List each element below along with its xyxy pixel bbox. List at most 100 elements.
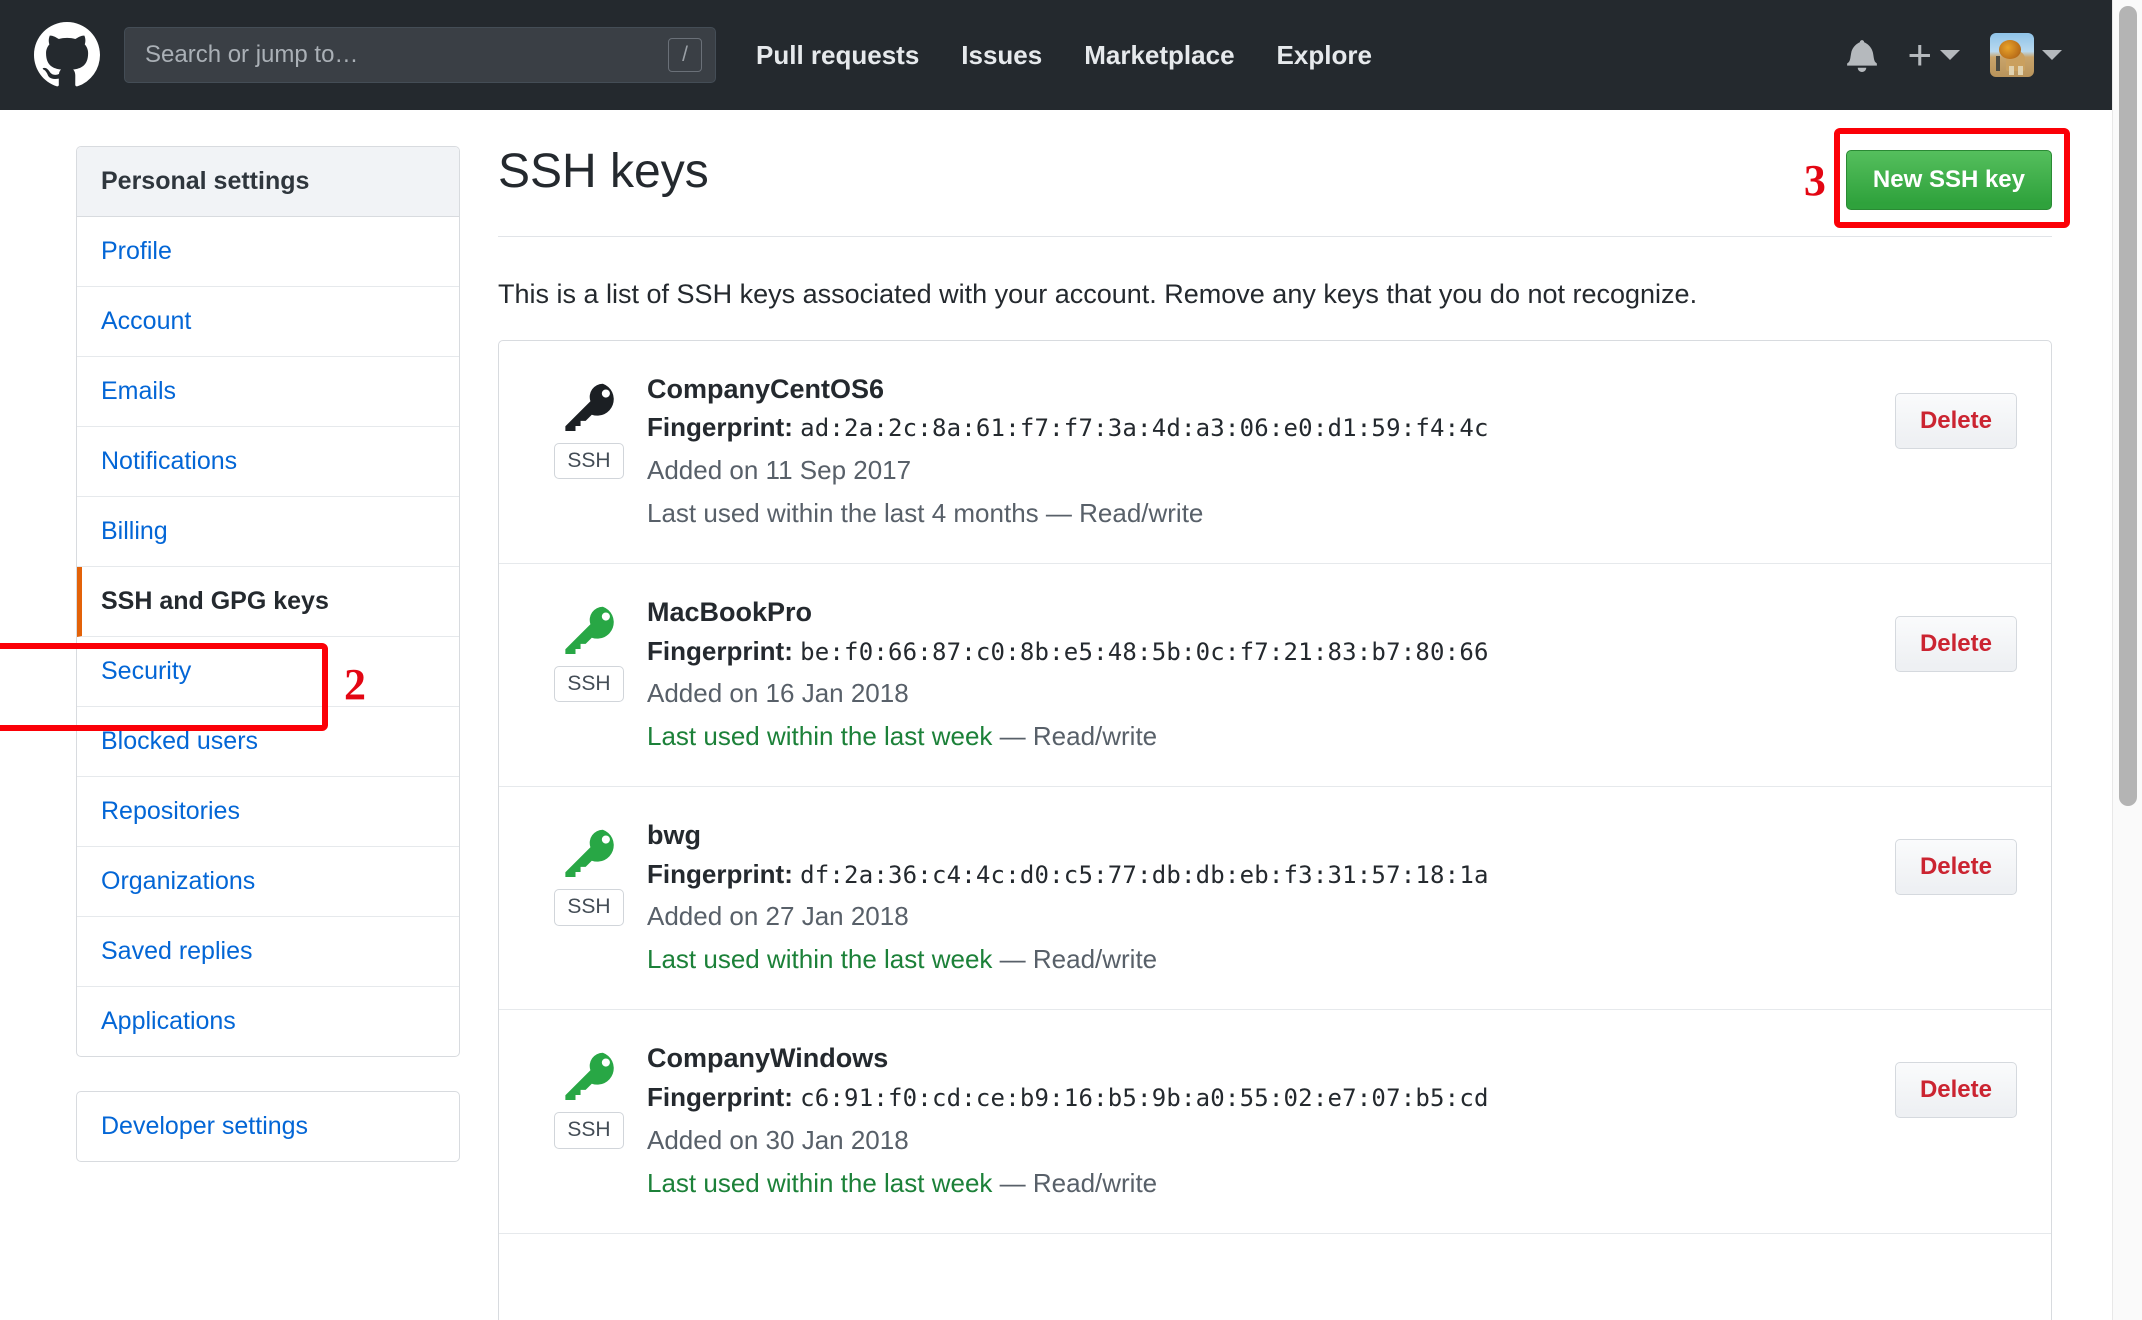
page-title: SSH keys bbox=[498, 145, 709, 198]
sidebar-item-developer-settings[interactable]: Developer settings bbox=[77, 1092, 459, 1161]
settings-sidebar: Personal settings Profile Account Emails… bbox=[0, 146, 460, 1320]
delete-key-button[interactable]: Delete bbox=[1894, 616, 2017, 673]
key-access-level: — Read/write bbox=[1038, 498, 1204, 529]
ssh-key-row: SSH bwg Fingerprint: df:2a:36:c4:4c:d0:c… bbox=[499, 787, 2051, 1011]
key-fingerprint: Fingerprint: be:f0:66:87:c0:8b:e5:48:5b:… bbox=[647, 633, 1871, 671]
ssh-key-row: SSH CompanyWindows Fingerprint: c6:91:f0… bbox=[499, 1010, 2051, 1234]
key-added-date: Added on 16 Jan 2018 bbox=[647, 678, 909, 709]
settings-main: SSH keys 3 New SSH key This is a list of… bbox=[460, 128, 2112, 1320]
developer-settings-menu: Developer settings bbox=[76, 1091, 460, 1162]
scrollbar-thumb[interactable] bbox=[2119, 6, 2137, 806]
browser-viewport: / Pull requests Issues Marketplace Explo… bbox=[0, 0, 2112, 1320]
github-mark-icon[interactable] bbox=[34, 22, 100, 88]
key-actions: Delete bbox=[1871, 817, 2017, 896]
key-icon-column: SSH bbox=[533, 817, 645, 926]
key-details: bwg Fingerprint: df:2a:36:c4:4c:d0:c5:77… bbox=[645, 817, 1871, 979]
ssh-key-row: SSH MacBookPro Fingerprint: be:f0:66:87:… bbox=[499, 564, 2051, 788]
github-ssh-keys-settings-page: / Pull requests Issues Marketplace Explo… bbox=[0, 0, 2142, 1320]
plus-icon: + bbox=[1907, 31, 1932, 78]
sidebar-item-repositories[interactable]: Repositories bbox=[77, 777, 459, 847]
sidebar-item-security[interactable]: Security bbox=[77, 637, 459, 707]
ssh-key-row bbox=[499, 1234, 2051, 1320]
key-added-date: Added on 11 Sep 2017 bbox=[647, 455, 912, 486]
key-title: CompanyWindows bbox=[647, 1043, 889, 1074]
key-added-date: Added on 27 Jan 2018 bbox=[647, 901, 909, 932]
delete-key-button[interactable]: Delete bbox=[1894, 1062, 2017, 1119]
delete-key-button[interactable]: Delete bbox=[1894, 393, 2017, 449]
ssh-badge: SSH bbox=[554, 443, 624, 480]
key-access-level: — Read/write bbox=[992, 944, 1158, 975]
key-icon-column: SSH bbox=[533, 594, 645, 703]
ssh-badge: SSH bbox=[554, 1112, 624, 1149]
avatar bbox=[1990, 33, 2034, 77]
key-last-used-text: Last used within the last 4 months bbox=[647, 498, 1039, 529]
ssh-badge: SSH bbox=[554, 889, 624, 926]
delete-key-button[interactable]: Delete bbox=[1894, 839, 2017, 896]
key-title: MacBookPro bbox=[647, 597, 813, 628]
sidebar-item-saved-replies[interactable]: Saved replies bbox=[77, 917, 459, 987]
nav-pull-requests[interactable]: Pull requests bbox=[756, 40, 919, 71]
header-actions: + bbox=[1847, 33, 2078, 77]
fingerprint-label: Fingerprint: bbox=[647, 858, 793, 889]
search-input[interactable] bbox=[124, 27, 716, 83]
key-access-level: — Read/write bbox=[992, 1167, 1158, 1198]
bell-icon[interactable] bbox=[1847, 38, 1878, 72]
create-new-menu[interactable]: + bbox=[1907, 31, 1960, 78]
sidebar-heading: Personal settings bbox=[77, 147, 459, 217]
sidebar-item-applications[interactable]: Applications bbox=[77, 987, 459, 1056]
page-scrollbar[interactable] bbox=[2112, 0, 2142, 1320]
key-fingerprint: Fingerprint: ad:2a:2c:8a:61:f7:f7:3a:4d:… bbox=[647, 409, 1871, 447]
settings-layout: Personal settings Profile Account Emails… bbox=[0, 110, 2112, 1320]
page-description: This is a list of SSH keys associated wi… bbox=[498, 279, 1698, 309]
sidebar-item-emails[interactable]: Emails bbox=[77, 357, 459, 427]
key-details: CompanyCentOS6 Fingerprint: ad:2a:2c:8a:… bbox=[645, 371, 1871, 533]
key-actions: Delete bbox=[1871, 594, 2017, 673]
key-details: MacBookPro Fingerprint: be:f0:66:87:c0:8… bbox=[645, 594, 1871, 756]
key-title: bwg bbox=[647, 820, 701, 851]
global-header: / Pull requests Issues Marketplace Explo… bbox=[0, 0, 2112, 110]
key-icon-column: SSH bbox=[533, 371, 645, 480]
key-access-level: — Read/write bbox=[992, 721, 1158, 752]
annotation-number-3: 3 bbox=[1803, 155, 1826, 205]
key-last-used: Last used within the last week — Read/wr… bbox=[647, 1164, 1871, 1203]
fingerprint-label: Fingerprint: bbox=[647, 1081, 793, 1112]
sidebar-item-profile[interactable]: Profile bbox=[77, 217, 459, 287]
key-title: CompanyCentOS6 bbox=[647, 374, 885, 404]
new-ssh-key-button[interactable]: New SSH key bbox=[1845, 150, 2052, 210]
key-actions: Delete bbox=[1871, 1040, 2017, 1119]
sidebar-item-billing[interactable]: Billing bbox=[77, 497, 459, 567]
fingerprint-value: be:f0:66:87:c0:8b:e5:48:5b:0c:f7:21:83:b… bbox=[800, 637, 1489, 666]
key-last-used: Last used within the last week — Read/wr… bbox=[647, 717, 1871, 756]
ssh-keys-list: SSH CompanyCentOS6 Fingerprint: ad:2a:2c… bbox=[498, 340, 2052, 1320]
sidebar-item-notifications[interactable]: Notifications bbox=[77, 427, 459, 497]
fingerprint-label: Fingerprint: bbox=[647, 635, 793, 666]
account-menu[interactable] bbox=[1990, 33, 2062, 77]
search-shortcut-badge: / bbox=[668, 38, 702, 72]
key-fingerprint: Fingerprint: c6:91:f0:cd:ce:b9:16:b5:9b:… bbox=[647, 1079, 1871, 1117]
key-last-used-text: Last used within the last week bbox=[647, 721, 993, 752]
key-icon bbox=[562, 377, 616, 431]
key-added-date: Added on 30 Jan 2018 bbox=[647, 1124, 909, 1155]
sidebar-item-organizations[interactable]: Organizations bbox=[77, 847, 459, 917]
key-last-used: Last used within the last 4 months — Rea… bbox=[647, 494, 1871, 533]
primary-nav: Pull requests Issues Marketplace Explore bbox=[756, 40, 1372, 71]
annotation-number-2: 2 bbox=[344, 660, 366, 709]
sidebar-item-account[interactable]: Account bbox=[77, 287, 459, 357]
personal-settings-menu: Personal settings Profile Account Emails… bbox=[76, 146, 460, 1057]
page-header: SSH keys 3 New SSH key bbox=[498, 128, 2070, 237]
key-icon bbox=[562, 1046, 616, 1101]
key-icon-column: SSH bbox=[533, 1040, 645, 1149]
key-actions: Delete bbox=[1871, 371, 2017, 449]
key-fingerprint: Fingerprint: df:2a:36:c4:4c:d0:c5:77:db:… bbox=[647, 856, 1871, 894]
fingerprint-value: c6:91:f0:cd:ce:b9:16:b5:9b:a0:55:02:e7:0… bbox=[800, 1083, 1489, 1112]
sidebar-item-ssh-and-gpg-keys[interactable]: SSH and GPG keys bbox=[77, 567, 459, 637]
key-last-used-text: Last used within the last week bbox=[647, 944, 993, 975]
chevron-down-icon bbox=[2042, 50, 2062, 60]
fingerprint-value: ad:2a:2c:8a:61:f7:f7:3a:4d:a3:06:e0:d1:5… bbox=[800, 414, 1489, 443]
nav-marketplace[interactable]: Marketplace bbox=[1084, 40, 1234, 71]
ssh-badge: SSH bbox=[554, 666, 624, 703]
nav-explore[interactable]: Explore bbox=[1277, 40, 1372, 71]
key-last-used: Last used within the last week — Read/wr… bbox=[647, 940, 1871, 979]
sidebar-item-blocked-users[interactable]: Blocked users bbox=[77, 707, 459, 777]
nav-issues[interactable]: Issues bbox=[961, 40, 1042, 71]
